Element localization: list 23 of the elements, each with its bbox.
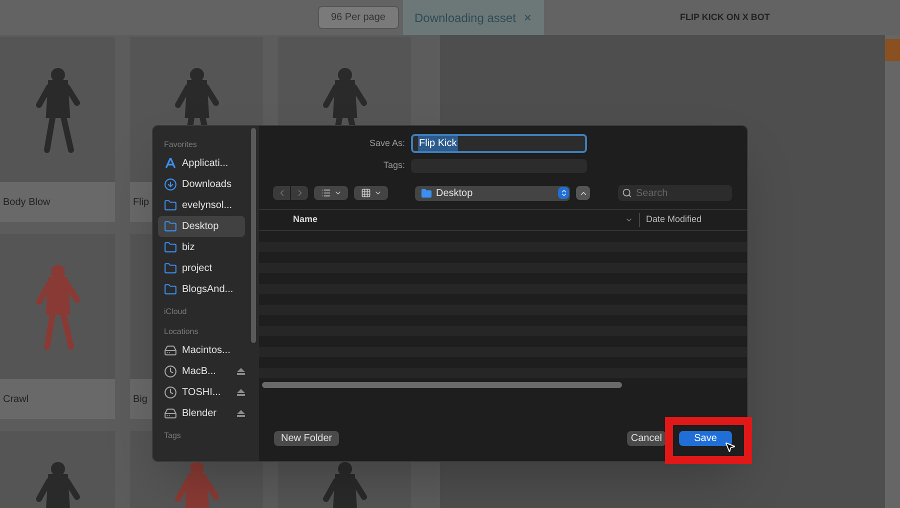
sidebar-label: Downloads: [182, 178, 232, 192]
sidebar-label: biz: [182, 241, 195, 255]
card-label: Crawl: [3, 392, 29, 406]
sidebar-label: Macintos...: [182, 344, 230, 358]
toast-text: Downloading asset: [414, 10, 516, 26]
sidebar-label: evelynsol...: [182, 199, 232, 213]
sidebar-heading: Tags: [163, 430, 182, 442]
card-label: Big: [133, 392, 148, 406]
sidebar-heading: iCloud: [163, 306, 188, 318]
sidebar-label: MacB...: [182, 365, 216, 379]
field-label: Save As:: [368, 136, 406, 150]
sidebar-heading: Favorites: [163, 139, 198, 151]
sidebar-heading: Locations: [163, 326, 200, 338]
sidebar-label: TOSHI...: [182, 386, 221, 400]
card-label: Flip: [133, 196, 150, 210]
sidebar-label: Blender: [182, 407, 216, 421]
field-label: Tags:: [382, 159, 406, 172]
card-label: Body Blow: [3, 196, 50, 210]
page-title: FLIP KICK ON X BOT: [680, 10, 771, 24]
sidebar-label: BlogsAnd...: [182, 283, 234, 297]
sidebar-label: project: [182, 262, 212, 276]
sidebar-label: Desktop: [182, 220, 219, 234]
sidebar-label: Applicati...: [182, 157, 228, 171]
